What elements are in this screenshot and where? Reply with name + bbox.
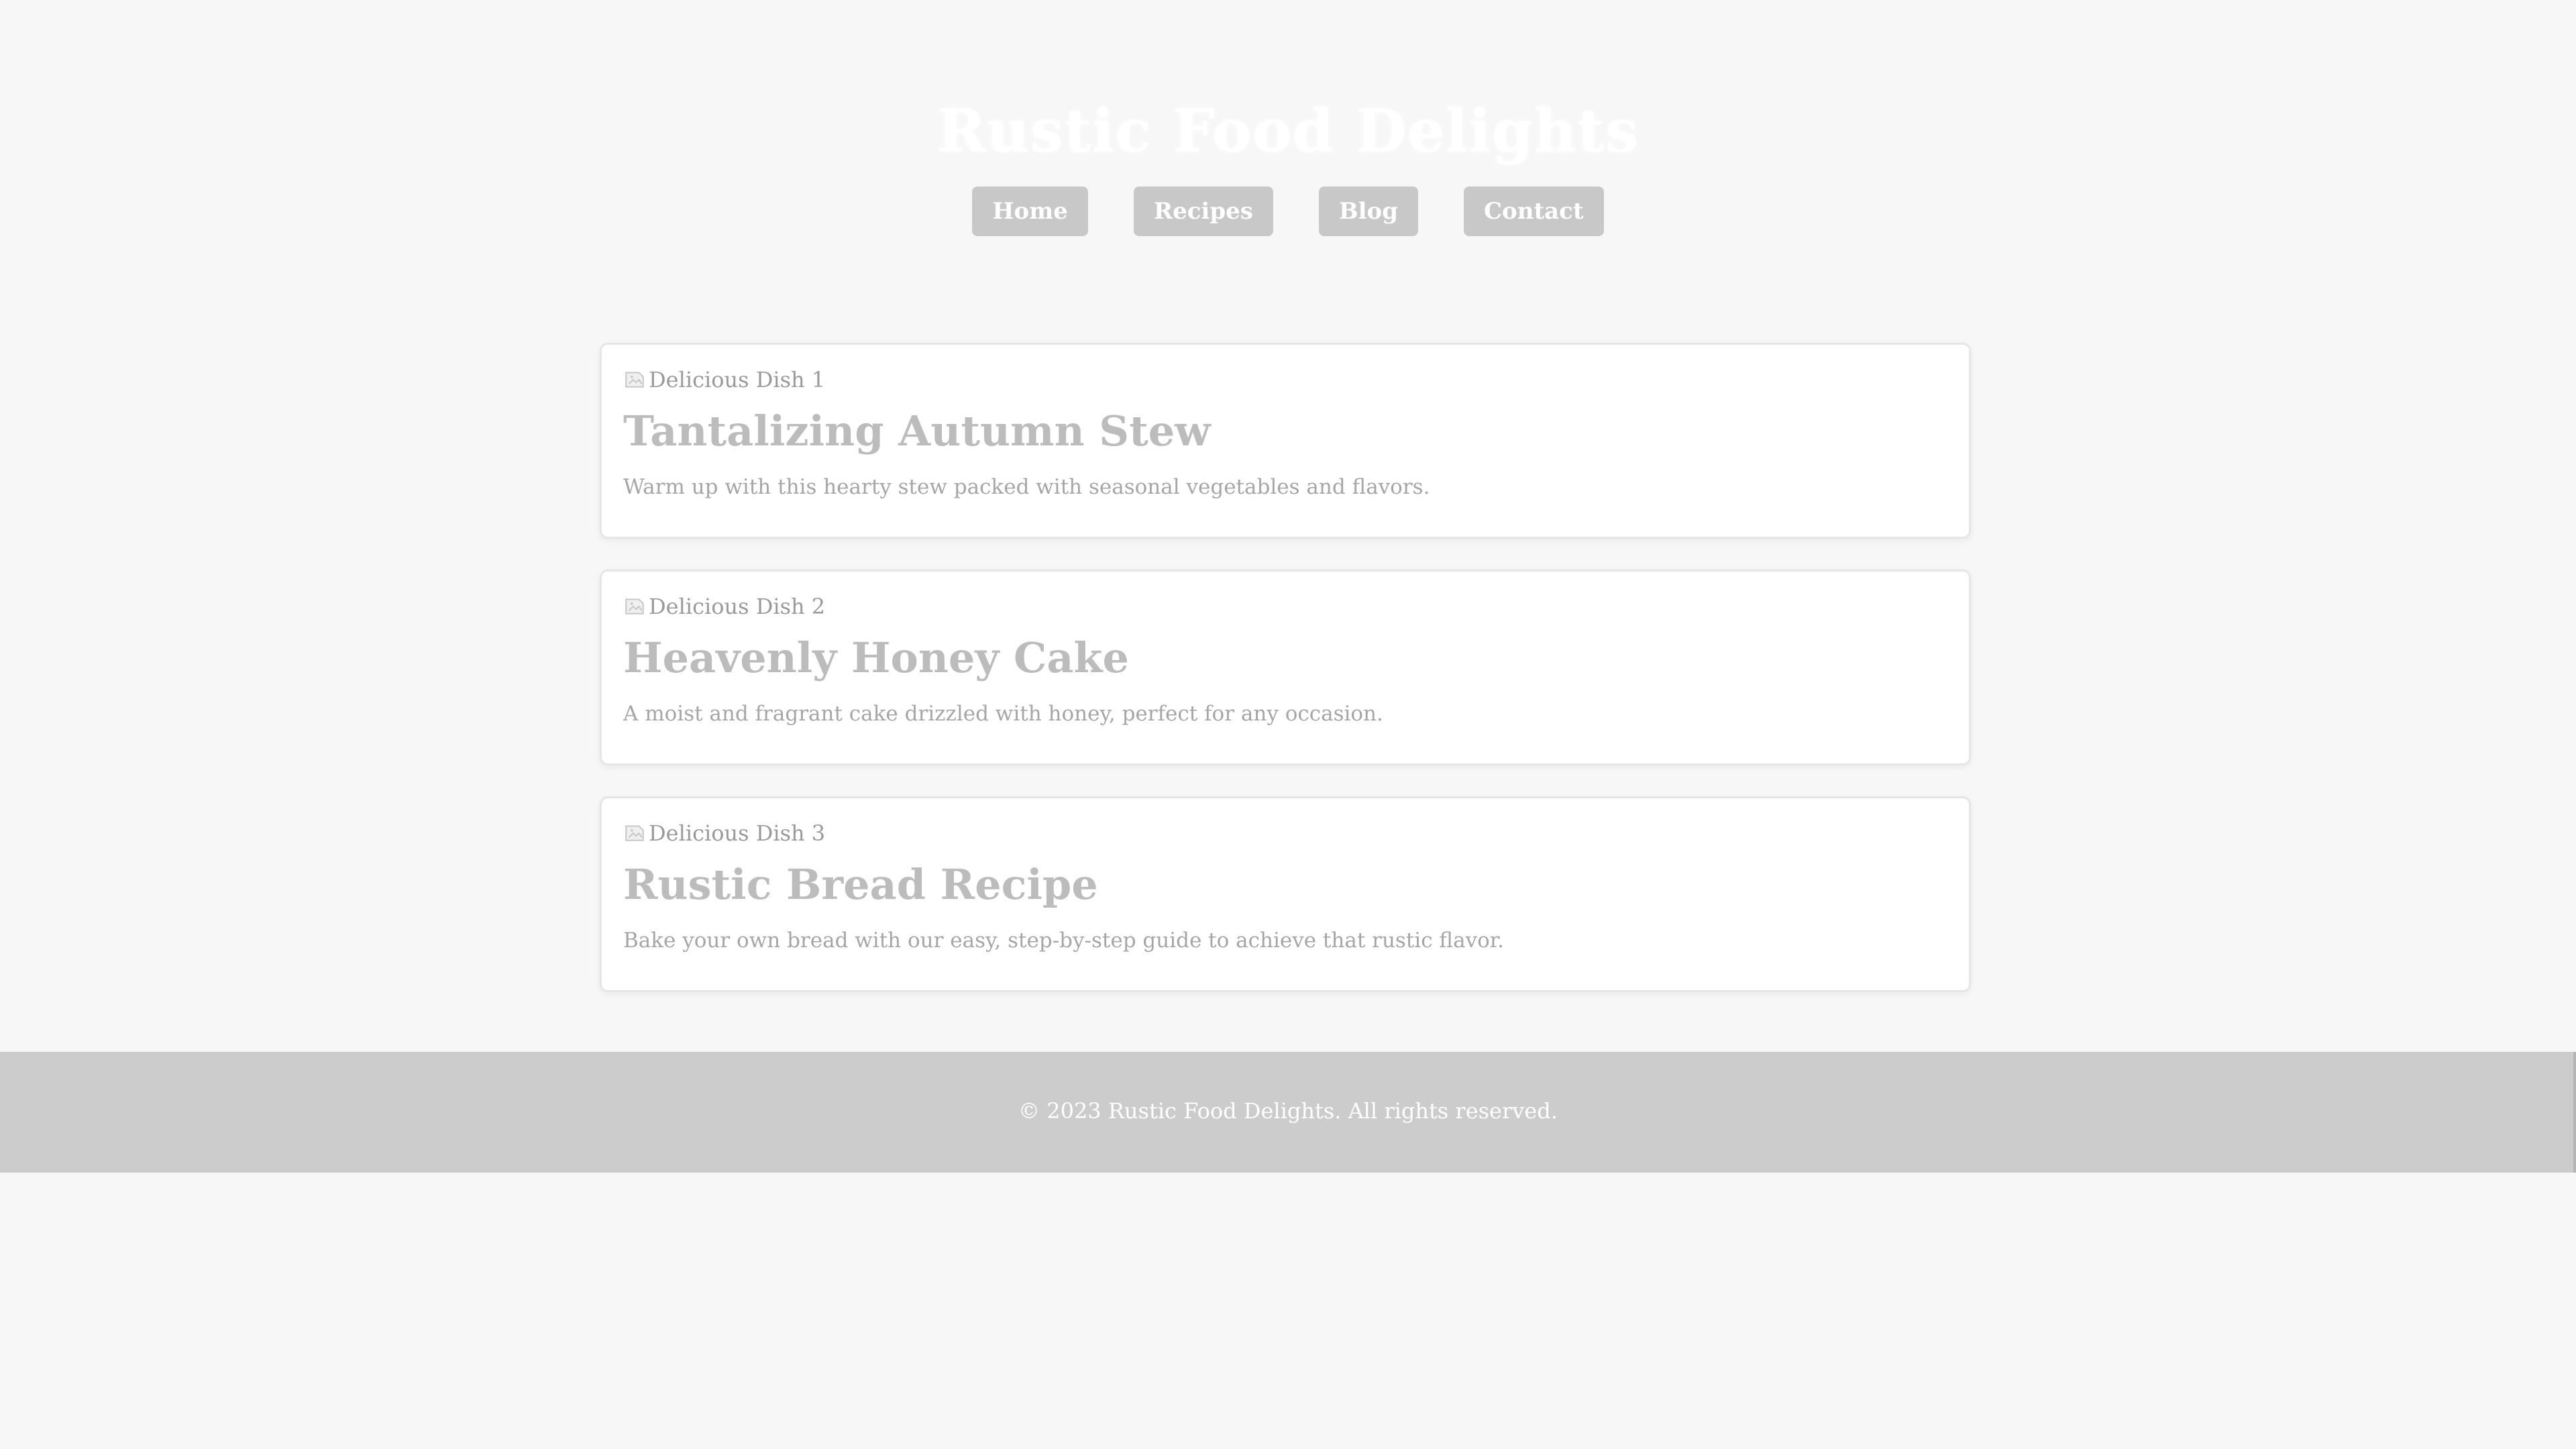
recipe-title[interactable]: Rustic Bread Recipe <box>623 857 1947 912</box>
recipe-list: Delicious Dish 1 Tantalizing Autumn Stew… <box>600 343 1971 1023</box>
nav-contact-link[interactable]: Contact <box>1463 186 1604 236</box>
main-nav: Home Recipes Blog Contact <box>0 186 2576 236</box>
recipe-image-alt: Delicious Dish 2 <box>649 594 826 619</box>
recipe-description: A moist and fragrant cake drizzled with … <box>623 702 1383 726</box>
recipe-image-alt: Delicious Dish 3 <box>649 820 826 846</box>
scrollbar-edge <box>2573 1052 2576 1173</box>
recipe-description: Warm up with this hearty stew packed wit… <box>623 475 1430 499</box>
nav-home-link[interactable]: Home <box>972 186 1088 236</box>
recipe-image-alt: Delicious Dish 1 <box>649 367 826 392</box>
nav-recipes-link[interactable]: Recipes <box>1133 186 1273 236</box>
recipe-description: Bake your own bread with our easy, step-… <box>623 928 1505 953</box>
recipe-card: Delicious Dish 3 Rustic Bread Recipe Bak… <box>600 796 1971 992</box>
broken-image-icon <box>625 372 644 388</box>
broken-image-icon <box>625 598 644 614</box>
broken-image-icon <box>625 825 644 841</box>
recipe-title[interactable]: Heavenly Honey Cake <box>623 631 1947 686</box>
recipe-card: Delicious Dish 2 Heavenly Honey Cake A m… <box>600 570 1971 765</box>
site-header: Rustic Food Delights Home Recipes Blog C… <box>0 0 2576 236</box>
recipe-card: Delicious Dish 1 Tantalizing Autumn Stew… <box>600 343 1971 539</box>
recipe-image: Delicious Dish 2 <box>623 592 1947 621</box>
footer-copyright: © 2023 Rustic Food Delights. All rights … <box>1018 1098 1558 1124</box>
site-title: Rustic Food Delights <box>936 96 1640 166</box>
recipe-image: Delicious Dish 1 <box>623 365 1947 394</box>
nav-blog-link[interactable]: Blog <box>1318 186 1418 236</box>
recipe-title[interactable]: Tantalizing Autumn Stew <box>623 404 1947 459</box>
recipe-image: Delicious Dish 3 <box>623 818 1947 848</box>
site-footer: © 2023 Rustic Food Delights. All rights … <box>0 1052 2576 1173</box>
